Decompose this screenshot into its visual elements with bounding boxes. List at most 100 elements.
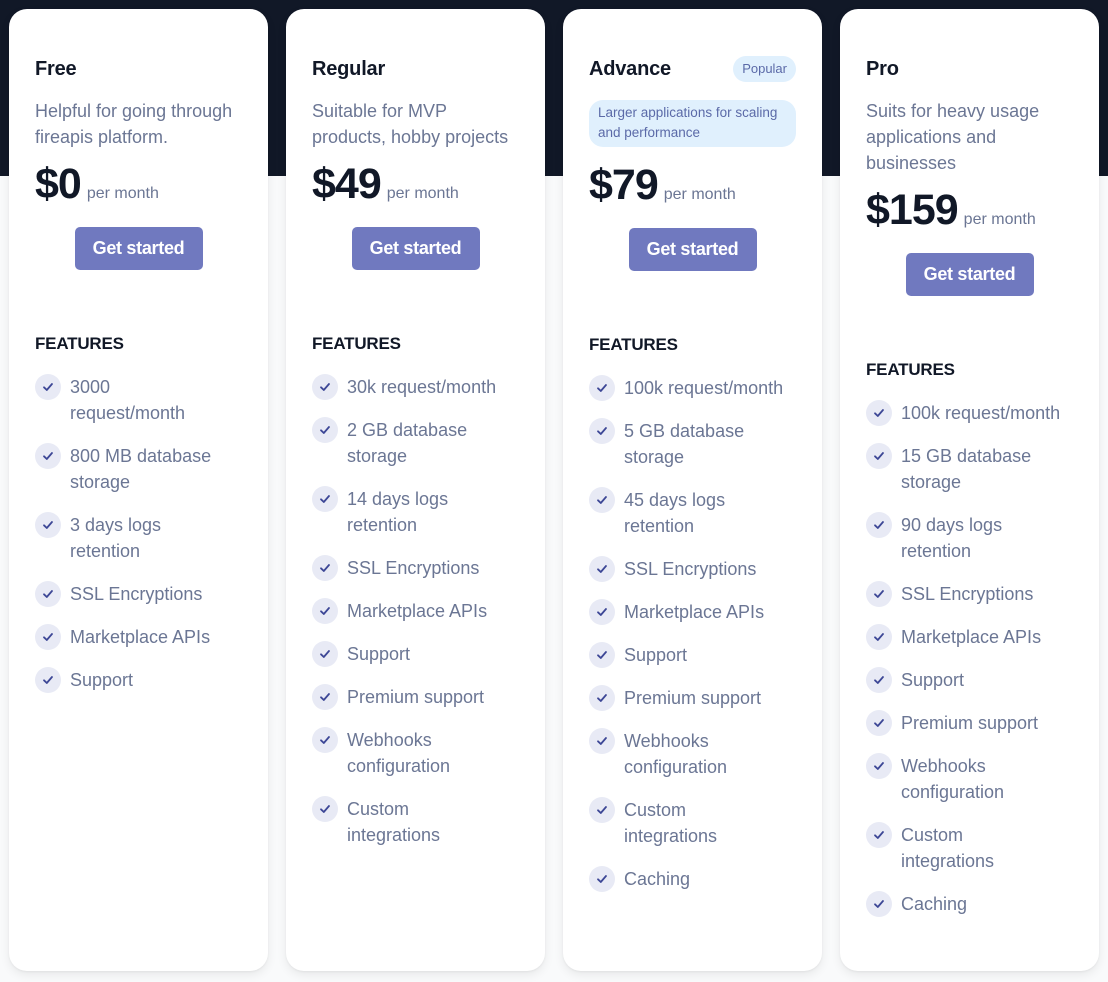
plan-header: Free [35, 55, 242, 83]
check-icon [866, 753, 892, 779]
plan-description: Helpful for going through fireapis platf… [35, 101, 233, 147]
feature-item: 45 days logs retention [589, 487, 796, 539]
feature-item: Marketplace APIs [312, 598, 519, 624]
feature-text: 15 GB database storage [901, 446, 1032, 492]
check-icon [589, 642, 615, 668]
plan-card-pro: Pro Suits for heavy usage applications a… [840, 9, 1099, 971]
feature-text: Marketplace APIs [624, 602, 765, 622]
check-icon [866, 512, 892, 538]
features-heading: FEATURES [35, 334, 124, 353]
pricing-cards: Free Helpful for going through fireapis … [9, 9, 1099, 971]
feature-item: 15 GB database storage [866, 443, 1073, 495]
check-icon [589, 556, 615, 582]
features-heading: FEATURES [312, 334, 401, 353]
feature-item: 3000 request/month [35, 374, 242, 426]
feature-text: Custom integrations [347, 799, 441, 845]
price-row: $159 per month [866, 184, 1073, 236]
feature-list: 100k request/month 15 GB database storage… [866, 400, 1073, 917]
check-icon [312, 796, 338, 822]
feature-text: Webhooks configuration [901, 756, 1005, 802]
check-icon [866, 624, 892, 650]
check-icon [866, 822, 892, 848]
check-icon [35, 624, 61, 650]
feature-item: Custom integrations [312, 796, 519, 848]
feature-text: Support [624, 645, 688, 665]
plan-description: Suitable for MVP products, hobby project… [312, 101, 509, 147]
feature-item: Caching [866, 891, 1073, 917]
feature-item: Support [35, 667, 242, 693]
check-icon [589, 685, 615, 711]
check-icon [866, 710, 892, 736]
plan-name: Regular [312, 57, 386, 80]
feature-item: Premium support [589, 685, 796, 711]
feature-item: Caching [589, 866, 796, 892]
plan-price: $49 [312, 160, 382, 208]
check-icon [589, 418, 615, 444]
check-icon [312, 641, 338, 667]
feature-text: Marketplace APIs [901, 627, 1042, 647]
plan-price: $159 [866, 186, 959, 234]
feature-item: 100k request/month [866, 400, 1073, 426]
feature-text: SSL Encryptions [70, 584, 203, 604]
feature-item: Support [589, 642, 796, 668]
check-icon [312, 598, 338, 624]
feature-text: 100k request/month [901, 403, 1061, 423]
feature-text: Custom integrations [624, 800, 718, 846]
check-icon [589, 728, 615, 754]
price-row: $0 per month [35, 158, 242, 210]
feature-text: 100k request/month [624, 378, 784, 398]
popular-badge: Popular [733, 56, 796, 82]
feature-item: SSL Encryptions [866, 581, 1073, 607]
check-icon [866, 891, 892, 917]
feature-text: 2 GB database storage [347, 420, 468, 466]
feature-item: SSL Encryptions [35, 581, 242, 607]
feature-text: Marketplace APIs [70, 627, 211, 647]
get-started-button[interactable]: Get started [905, 253, 1034, 296]
feature-item: 5 GB database storage [589, 418, 796, 470]
feature-text: Premium support [901, 713, 1039, 733]
plan-description: Suits for heavy usage applications and b… [866, 101, 1040, 173]
get-started-button[interactable]: Get started [628, 228, 757, 271]
get-started-button[interactable]: Get started [351, 227, 480, 270]
check-icon [589, 487, 615, 513]
price-row: $79 per month [589, 159, 796, 211]
feature-text: SSL Encryptions [624, 559, 757, 579]
feature-item: Marketplace APIs [866, 624, 1073, 650]
feature-text: 3000 request/month [70, 377, 186, 423]
plan-card-regular: Regular Suitable for MVP products, hobby… [286, 9, 545, 971]
check-icon [35, 581, 61, 607]
feature-text: Custom integrations [901, 825, 995, 871]
feature-item: Premium support [312, 684, 519, 710]
feature-text: Webhooks configuration [347, 730, 451, 776]
feature-item: 30k request/month [312, 374, 519, 400]
check-icon [866, 400, 892, 426]
features-heading: FEATURES [866, 360, 955, 379]
plan-name: Free [35, 57, 77, 80]
check-icon [312, 486, 338, 512]
feature-text: Support [901, 670, 965, 690]
plan-header: Regular [312, 55, 519, 83]
plan-name: Pro [866, 57, 899, 80]
feature-item: Custom integrations [589, 797, 796, 849]
check-icon [312, 374, 338, 400]
feature-item: Marketplace APIs [589, 599, 796, 625]
feature-item: 2 GB database storage [312, 417, 519, 469]
check-icon [35, 374, 61, 400]
feature-item: 100k request/month [589, 375, 796, 401]
feature-item: Custom integrations [866, 822, 1073, 874]
feature-item: 14 days logs retention [312, 486, 519, 538]
get-started-button[interactable]: Get started [74, 227, 203, 270]
plan-description: Larger applications for scaling and perf… [589, 100, 796, 147]
feature-text: 5 GB database storage [624, 421, 745, 467]
price-period: per month [86, 185, 159, 202]
feature-item: Marketplace APIs [35, 624, 242, 650]
feature-text: Premium support [347, 687, 485, 707]
price-row: $49 per month [312, 158, 519, 210]
feature-item: 800 MB database storage [35, 443, 242, 495]
price-period: per month [386, 185, 459, 202]
feature-text: 90 days logs retention [901, 515, 1003, 561]
feature-text: SSL Encryptions [901, 584, 1034, 604]
features-heading: FEATURES [589, 335, 678, 354]
feature-item: 90 days logs retention [866, 512, 1073, 564]
check-icon [589, 599, 615, 625]
